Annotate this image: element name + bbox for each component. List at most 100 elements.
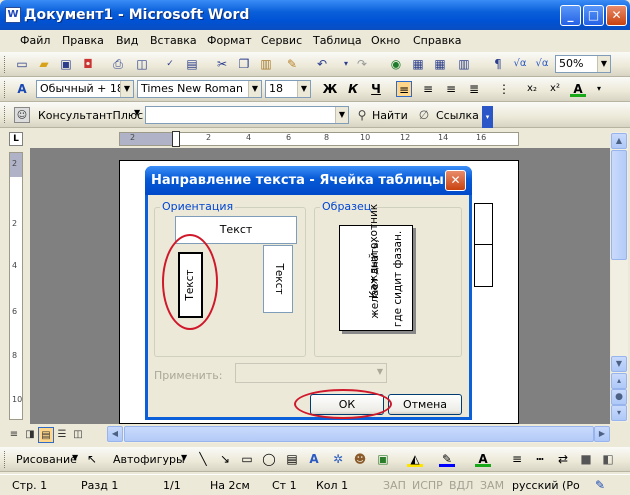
bold-button[interactable]: Ж	[322, 81, 338, 97]
menu-view[interactable]: Вид	[116, 34, 138, 47]
zoom-select[interactable]: 50% ▼	[555, 55, 611, 73]
textbox-icon[interactable]: ▤	[284, 451, 300, 467]
equation2-icon[interactable]: √α	[534, 56, 550, 72]
normal-view-icon[interactable]: ≡	[6, 427, 22, 443]
cut-icon[interactable]: ✂	[214, 56, 230, 72]
subscript-icon[interactable]: x₂	[524, 81, 540, 97]
clipart-icon[interactable]: ☻	[352, 451, 368, 467]
style-select[interactable]: Обычный + 18 г ▼	[36, 80, 134, 98]
status-rec[interactable]: ЗАП	[383, 479, 406, 492]
diagram-icon[interactable]: ✲	[330, 451, 346, 467]
outline-view-icon[interactable]: ☰	[54, 427, 70, 443]
table-cell[interactable]	[474, 203, 493, 287]
print-layout-icon[interactable]: ▤	[38, 427, 54, 443]
arrow-icon[interactable]: ↘	[217, 451, 233, 467]
equation-icon[interactable]: √α	[512, 56, 528, 72]
format-painter-icon[interactable]: ✎	[284, 56, 300, 72]
search-icon[interactable]: ⚲	[354, 107, 370, 123]
status-ovr[interactable]: ЗАМ	[480, 479, 504, 492]
dash-style-icon[interactable]: ┅	[532, 451, 548, 467]
menu-edit[interactable]: Правка	[62, 34, 104, 47]
cancel-button[interactable]: Отмена	[388, 394, 462, 415]
minimize-button[interactable]: _	[560, 5, 581, 26]
spelling-icon[interactable]: ✓	[162, 56, 178, 72]
justify-button[interactable]: ≣	[466, 81, 482, 97]
autoshapes-menu-button[interactable]: Автофигуры	[113, 453, 185, 466]
dialog-close-button[interactable]: ✕	[445, 170, 466, 191]
undo-dropdown-icon[interactable]: ▾	[338, 56, 354, 72]
menu-format[interactable]: Формат	[207, 34, 252, 47]
next-page-icon[interactable]: ▾	[611, 405, 627, 421]
toolbar-grip[interactable]	[4, 56, 7, 73]
line-icon[interactable]: ╲	[195, 451, 211, 467]
toolbar-grip[interactable]	[4, 106, 7, 123]
line-spacing-icon[interactable]: ⋮	[496, 81, 512, 97]
tab-selector-icon[interactable]: L	[9, 132, 23, 146]
chevron-down-icon[interactable]: ▼	[72, 453, 78, 462]
orientation-top-to-bottom-option[interactable]: Текст	[263, 245, 293, 313]
print-icon[interactable]: ⎙	[110, 56, 126, 72]
superscript-icon[interactable]: x²	[547, 81, 563, 97]
menu-tools[interactable]: Сервис	[261, 34, 302, 47]
vertical-scrollbar[interactable]: ▲ ▼ ▴ ● ▾	[611, 132, 628, 422]
toolbar-options-icon[interactable]: ▾	[482, 106, 493, 128]
menu-help[interactable]: Справка	[413, 34, 461, 47]
menu-insert[interactable]: Вставка	[150, 34, 197, 47]
close-button[interactable]: ✕	[606, 5, 627, 26]
web-layout-icon[interactable]: ◨	[22, 427, 38, 443]
prev-page-icon[interactable]: ▴	[611, 373, 627, 389]
align-right-button[interactable]: ≡	[443, 81, 459, 97]
align-left-button[interactable]: ≡	[396, 81, 412, 97]
menu-file[interactable]: Файл	[20, 34, 50, 47]
horizontal-scrollbar[interactable]: ◀ ▶	[107, 426, 610, 443]
status-ext[interactable]: ВДЛ	[449, 479, 473, 492]
show-formatting-icon[interactable]: ¶	[490, 56, 506, 72]
hyperlink-icon[interactable]: ◉	[388, 56, 404, 72]
scroll-up-icon[interactable]: ▲	[611, 133, 627, 149]
toolbar-grip[interactable]	[4, 81, 7, 98]
styles-pane-icon[interactable]: A	[14, 81, 30, 97]
underline-button[interactable]: Ч	[368, 81, 384, 97]
align-center-button[interactable]: ≡	[420, 81, 436, 97]
tables-borders-icon[interactable]: ▦	[410, 56, 426, 72]
browse-object-icon[interactable]: ●	[611, 389, 627, 405]
columns-icon[interactable]: ▥	[456, 56, 472, 72]
permission-icon[interactable]: ◘	[80, 56, 96, 72]
copy-icon[interactable]: ❐	[236, 56, 252, 72]
scroll-thumb[interactable]	[611, 150, 627, 260]
redo-icon[interactable]: ↷	[354, 56, 370, 72]
find-button[interactable]: Найти	[372, 109, 408, 122]
scroll-thumb[interactable]	[124, 426, 594, 442]
apply-to-select[interactable]: ▼	[235, 363, 387, 383]
shadow-style-icon[interactable]: ■	[578, 451, 594, 467]
toolbar-grip[interactable]	[4, 451, 7, 468]
indent-marker[interactable]	[172, 131, 180, 147]
reading-layout-icon[interactable]: ◫	[70, 427, 86, 443]
insert-table-icon[interactable]: ▦	[432, 56, 448, 72]
select-objects-icon[interactable]: ↖	[84, 451, 100, 467]
italic-button[interactable]: К	[345, 81, 361, 97]
menu-table[interactable]: Таблица	[313, 34, 362, 47]
status-trk[interactable]: ИСПР	[412, 479, 443, 492]
font-size-select[interactable]: 18 ▼	[265, 80, 311, 98]
drawing-menu-button[interactable]: Рисование	[16, 453, 77, 466]
scroll-down-icon[interactable]: ▼	[611, 356, 627, 372]
line-style-icon[interactable]: ≡	[509, 451, 525, 467]
3d-style-icon[interactable]: ◧	[600, 451, 616, 467]
link-icon[interactable]: ∅	[416, 107, 432, 123]
font-color-dropdown-icon[interactable]: ▾	[591, 81, 607, 97]
save-icon[interactable]: ▣	[58, 56, 74, 72]
open-folder-icon[interactable]: ▰	[36, 56, 52, 72]
undo-icon[interactable]: ↶	[314, 56, 330, 72]
menu-window[interactable]: Окно	[371, 34, 400, 47]
rectangle-icon[interactable]: ▭	[239, 451, 255, 467]
spelling-status-icon[interactable]: ✎	[592, 477, 608, 493]
horizontal-ruler[interactable]: 2 2 4 6 8 10 12 14 16	[119, 131, 519, 147]
maximize-button[interactable]: □	[583, 5, 604, 26]
font-select[interactable]: Times New Roman ▼	[137, 80, 262, 98]
chevron-down-icon[interactable]: ▼	[181, 453, 187, 462]
vertical-ruler[interactable]: 2 2 4 6 8 10	[9, 152, 23, 420]
font-color-icon[interactable]: A	[475, 451, 491, 467]
font-color-icon[interactable]: A	[570, 81, 586, 97]
paste-icon[interactable]: ▥	[258, 56, 274, 72]
